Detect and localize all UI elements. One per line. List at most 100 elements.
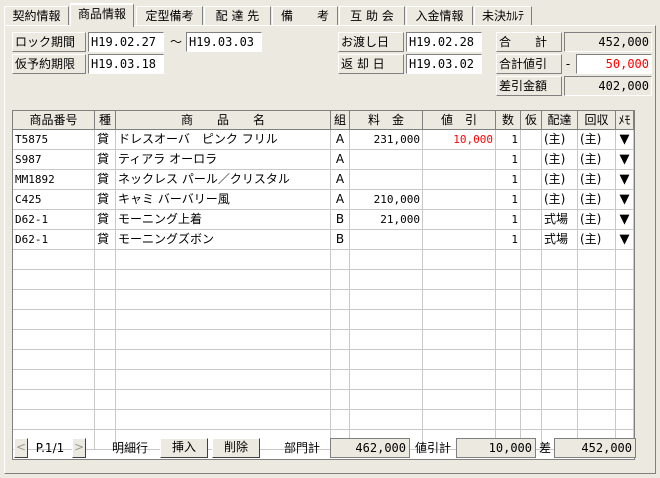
code-cell[interactable]: [13, 290, 95, 309]
table-row[interactable]: D62-1 貸モーニングズボン B 1 式場 (主) ▼: [13, 230, 634, 250]
collect-cell[interactable]: [578, 390, 616, 409]
price-cell[interactable]: [350, 290, 423, 309]
table-row[interactable]: [13, 330, 634, 350]
collect-cell[interactable]: [578, 330, 616, 349]
code-cell[interactable]: [13, 390, 95, 409]
price-cell[interactable]: 21,000: [350, 210, 423, 229]
discount-cell[interactable]: [423, 410, 496, 429]
table-row[interactable]: [13, 410, 634, 430]
qty-cell[interactable]: 1: [496, 190, 521, 209]
discount-cell[interactable]: [423, 290, 496, 309]
price-cell[interactable]: [350, 270, 423, 289]
discount-cell[interactable]: [423, 330, 496, 349]
table-row[interactable]: C425 貸キャミ バーバリー風 A 210,000 1 (主) (主) ▼: [13, 190, 634, 210]
delivery-cell[interactable]: [542, 310, 578, 329]
prov-cell[interactable]: [521, 310, 542, 329]
group-cell[interactable]: A: [331, 130, 350, 149]
prov-deadline-field[interactable]: H19.03.18: [88, 54, 164, 74]
code-cell[interactable]: S987: [13, 150, 95, 169]
next-page-button[interactable]: >: [72, 438, 86, 458]
name-cell[interactable]: [116, 350, 331, 369]
type-cell[interactable]: [95, 290, 116, 309]
table-row[interactable]: [13, 370, 634, 390]
table-row[interactable]: MM1892 貸ネックレス パール／クリスタル A 1 (主) (主) ▼: [13, 170, 634, 190]
group-cell[interactable]: [331, 250, 350, 269]
discount-cell[interactable]: [423, 250, 496, 269]
memo-dropdown-icon[interactable]: [616, 410, 634, 429]
group-cell[interactable]: A: [331, 170, 350, 189]
name-cell[interactable]: ドレスオーバ ピンク フリル: [116, 130, 331, 149]
lock-from-field[interactable]: H19.02.27: [88, 32, 164, 52]
collect-cell[interactable]: [578, 350, 616, 369]
code-cell[interactable]: C425: [13, 190, 95, 209]
name-cell[interactable]: ティアラ オーロラ: [116, 150, 331, 169]
group-cell[interactable]: [331, 310, 350, 329]
delivery-cell[interactable]: (主): [542, 150, 578, 169]
table-row[interactable]: [13, 310, 634, 330]
qty-cell[interactable]: 1: [496, 130, 521, 149]
delivery-cell[interactable]: (主): [542, 170, 578, 189]
collect-cell[interactable]: [578, 290, 616, 309]
prov-cell[interactable]: [521, 190, 542, 209]
memo-dropdown-icon[interactable]: [616, 250, 634, 269]
table-row[interactable]: T5875 貸ドレスオーバ ピンク フリル A 231,000 10,000 1 (主) (主…: [13, 130, 634, 150]
qty-cell[interactable]: 1: [496, 170, 521, 189]
collect-cell[interactable]: (主): [578, 190, 616, 209]
memo-dropdown-icon[interactable]: [616, 350, 634, 369]
discount-cell[interactable]: [423, 150, 496, 169]
price-cell[interactable]: 231,000: [350, 130, 423, 149]
price-cell[interactable]: [350, 410, 423, 429]
name-cell[interactable]: [116, 330, 331, 349]
name-cell[interactable]: [116, 250, 331, 269]
type-cell[interactable]: 貸: [95, 130, 116, 149]
discount-cell[interactable]: [423, 210, 496, 229]
group-cell[interactable]: [331, 370, 350, 389]
type-cell[interactable]: 貸: [95, 210, 116, 229]
group-cell[interactable]: A: [331, 150, 350, 169]
collect-cell[interactable]: [578, 370, 616, 389]
name-cell[interactable]: [116, 410, 331, 429]
total-discount-field[interactable]: 50,000: [576, 54, 652, 74]
discount-cell[interactable]: [423, 350, 496, 369]
name-cell[interactable]: モーニング上着: [116, 210, 331, 229]
tab-pending[interactable]: 未決ｶﾙﾃ: [474, 6, 532, 26]
code-cell[interactable]: [13, 310, 95, 329]
collect-cell[interactable]: (主): [578, 210, 616, 229]
discount-cell[interactable]: [423, 270, 496, 289]
price-cell[interactable]: [350, 230, 423, 249]
memo-dropdown-icon[interactable]: [616, 310, 634, 329]
memo-dropdown-icon[interactable]: [616, 390, 634, 409]
discount-cell[interactable]: [423, 230, 496, 249]
insert-button[interactable]: 挿入: [160, 438, 208, 458]
qty-cell[interactable]: [496, 330, 521, 349]
discount-cell[interactable]: [423, 310, 496, 329]
tab-contract[interactable]: 契約情報: [4, 6, 69, 26]
type-cell[interactable]: 貸: [95, 230, 116, 249]
table-row[interactable]: [13, 250, 634, 270]
prov-cell[interactable]: [521, 330, 542, 349]
prov-cell[interactable]: [521, 410, 542, 429]
name-cell[interactable]: [116, 370, 331, 389]
delivery-cell[interactable]: [542, 350, 578, 369]
group-cell[interactable]: [331, 330, 350, 349]
discount-cell[interactable]: [423, 170, 496, 189]
prov-cell[interactable]: [521, 290, 542, 309]
table-row[interactable]: [13, 350, 634, 370]
memo-dropdown-icon[interactable]: [616, 370, 634, 389]
code-cell[interactable]: T5875: [13, 130, 95, 149]
qty-cell[interactable]: [496, 250, 521, 269]
code-cell[interactable]: [13, 370, 95, 389]
name-cell[interactable]: キャミ バーバリー風: [116, 190, 331, 209]
lock-to-field[interactable]: H19.03.03: [186, 32, 262, 52]
memo-dropdown-icon[interactable]: ▼: [616, 170, 634, 189]
discount-cell[interactable]: 10,000: [423, 130, 496, 149]
code-cell[interactable]: [13, 250, 95, 269]
type-cell[interactable]: 貸: [95, 150, 116, 169]
collect-cell[interactable]: (主): [578, 150, 616, 169]
memo-dropdown-icon[interactable]: ▼: [616, 230, 634, 249]
table-row[interactable]: [13, 290, 634, 310]
price-cell[interactable]: 210,000: [350, 190, 423, 209]
type-cell[interactable]: 貸: [95, 190, 116, 209]
discount-cell[interactable]: [423, 190, 496, 209]
memo-dropdown-icon[interactable]: [616, 270, 634, 289]
